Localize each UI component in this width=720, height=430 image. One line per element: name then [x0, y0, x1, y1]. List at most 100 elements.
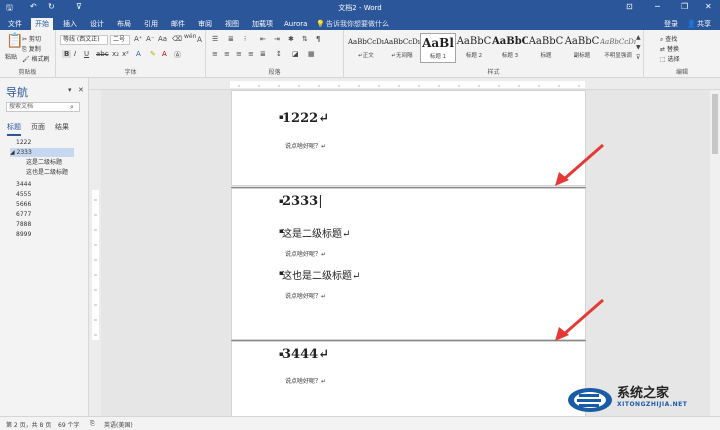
vertical-scrollbar[interactable] — [710, 90, 720, 416]
body-paragraph[interactable]: 说点啥好呢？↵ — [285, 376, 326, 385]
underline-icon[interactable]: U — [84, 50, 89, 58]
styles-more-icon[interactable]: ⊽ — [636, 54, 640, 61]
borders-icon[interactable]: ▦ — [308, 50, 315, 58]
minimize-icon[interactable]: ─ — [655, 2, 660, 11]
document-canvas[interactable]: ▪ 1222↵ 说点啥好呢？↵ ▪ 2333| ▪ 这是二级标题↵ 说点啥好呢？… — [101, 90, 710, 416]
nav-tab-headings[interactable]: 标题 — [7, 122, 21, 136]
tab-aurora[interactable]: Aurora — [280, 18, 311, 30]
page[interactable]: ▪ 3444↵ 说点啥好呢？↵ — [231, 341, 586, 416]
style-heading-1[interactable]: AaBl 标题 1 — [420, 33, 456, 63]
grow-font-icon[interactable]: A⁺ — [134, 35, 142, 43]
subscript-icon[interactable]: x₂ — [112, 50, 119, 58]
style-subtitle[interactable]: AaBbC 副标题 — [564, 33, 600, 63]
font-color-icon[interactable]: A — [162, 50, 167, 58]
paste-button[interactable]: 粘贴 — [5, 52, 17, 61]
paste-icon[interactable]: 📋 — [6, 33, 23, 49]
select-button[interactable]: ⬚ 选择 — [660, 54, 680, 63]
horizontal-ruler[interactable] — [89, 78, 720, 90]
sort-icon[interactable]: ⇅ — [302, 35, 308, 43]
nav-subheading-item[interactable]: 这也是二级标题 — [26, 168, 68, 177]
shrink-font-icon[interactable]: A⁻ — [146, 35, 154, 43]
tab-view[interactable]: 视图 — [221, 18, 243, 30]
nav-heading-item[interactable]: 4555 — [16, 190, 31, 199]
format-painter-button[interactable]: 🖌 格式刷 — [22, 54, 50, 63]
text-effects-icon[interactable]: A — [136, 50, 141, 58]
nav-subheading-item[interactable]: 这是二级标题 — [26, 158, 62, 167]
decrease-indent-icon[interactable]: ⇤ — [260, 35, 266, 43]
style-normal[interactable]: AaBbCcDı ↵正文 — [348, 33, 384, 63]
copy-button[interactable]: ⎘ 复制 — [22, 44, 41, 54]
nav-heading-item-selected[interactable]: ◢ 2333 — [10, 148, 74, 157]
phonetic-guide-icon[interactable]: wén — [184, 33, 196, 40]
nav-search-input[interactable]: 搜索文档 — [6, 102, 80, 112]
nav-pane-close-icon[interactable]: ✕ — [78, 86, 84, 94]
char-border-icon[interactable]: Ａ — [196, 35, 203, 45]
increase-indent-icon[interactable]: ⇥ — [274, 35, 280, 43]
line-spacing-icon[interactable]: ↕ — [276, 50, 282, 58]
search-icon[interactable]: ⌕ — [70, 103, 74, 112]
tell-me-box[interactable]: 告诉我你想要做什么 — [322, 18, 393, 30]
tab-review[interactable]: 审阅 — [194, 18, 216, 30]
sign-in-link[interactable]: 登录 — [660, 18, 682, 30]
tab-insert[interactable]: 插入 — [59, 18, 81, 30]
chinese-layout-icon[interactable]: ✱ — [288, 35, 294, 43]
subheading-2[interactable]: 这也是二级标题↵ — [282, 267, 360, 282]
close-icon[interactable]: ✕ — [705, 2, 712, 11]
nav-tab-pages[interactable]: 页面 — [31, 122, 45, 132]
tab-design[interactable]: 设计 — [86, 18, 108, 30]
vertical-ruler[interactable] — [89, 90, 101, 416]
nav-tab-results[interactable]: 结果 — [55, 122, 69, 132]
bold-icon[interactable]: B — [62, 50, 72, 58]
nav-pane-options-icon[interactable]: ▾ — [68, 86, 72, 94]
nav-heading-item[interactable]: 7888 — [16, 220, 31, 229]
justify-icon[interactable]: ≡ — [248, 50, 254, 58]
cut-button[interactable]: ✂ 剪切 — [22, 34, 41, 43]
clear-format-icon[interactable]: ⌫ — [172, 35, 182, 43]
style-heading-3[interactable]: AaBbC 标题 3 — [492, 33, 528, 63]
distributed-icon[interactable]: ≣ — [260, 50, 266, 58]
ribbon-display-icon[interactable]: ⊡ — [626, 2, 633, 11]
shading-icon[interactable]: ◪ — [292, 50, 299, 58]
align-center-icon[interactable]: ≡ — [224, 50, 230, 58]
maximize-icon[interactable]: ❐ — [681, 2, 688, 11]
show-marks-icon[interactable]: ¶ — [316, 35, 320, 43]
highlight-icon[interactable]: ✎ — [150, 50, 156, 58]
nav-heading-item[interactable]: 5666 — [16, 200, 31, 209]
nav-heading-item[interactable]: 1222 — [16, 138, 31, 147]
char-shading-icon[interactable]: Ⓐ — [174, 50, 181, 60]
tab-file[interactable]: 文件 — [4, 18, 26, 30]
strikethrough-icon[interactable]: abc — [96, 50, 109, 58]
multilevel-list-icon[interactable]: ⁝ — [244, 35, 246, 43]
heading-2333[interactable]: 2333| — [282, 194, 323, 209]
page[interactable]: ▪ 2333| ▪ 这是二级标题↵ 说点啥好呢？↵ ▪ 这也是二级标题↵ 说点啥… — [231, 188, 586, 340]
align-left-icon[interactable]: ≡ — [212, 50, 218, 58]
bullets-icon[interactable]: ☰ — [212, 35, 218, 43]
replace-button[interactable]: ⇄ 替换 — [660, 44, 679, 53]
style-title[interactable]: AaBbC 标题 — [528, 33, 564, 63]
tab-references[interactable]: 引用 — [140, 18, 162, 30]
word-count[interactable]: 69 个字 — [58, 420, 80, 429]
heading-1222[interactable]: 1222↵ — [282, 111, 329, 126]
font-size-select[interactable]: 二号 — [110, 35, 130, 45]
italic-icon[interactable]: I — [74, 50, 76, 58]
align-right-icon[interactable]: ≡ — [236, 50, 242, 58]
find-button[interactable]: ⌕ 查找 — [660, 34, 677, 44]
tab-mailings[interactable]: 邮件 — [167, 18, 189, 30]
tab-addins[interactable]: 加载项 — [248, 18, 277, 30]
styles-scroll-down-icon[interactable]: ▼ — [636, 44, 641, 51]
style-heading-2[interactable]: AaBbC 标题 2 — [456, 33, 492, 63]
change-case-icon[interactable]: Aa — [158, 35, 167, 43]
font-name-select[interactable]: 等线 (西文正) — [60, 35, 108, 45]
heading-3444[interactable]: 3444↵ — [282, 347, 329, 362]
proofing-icon[interactable]: ⎘ — [90, 420, 95, 428]
language[interactable]: 英语(美国) — [104, 420, 133, 429]
numbering-icon[interactable]: ≣ — [228, 35, 234, 43]
nav-heading-item[interactable]: 6777 — [16, 210, 31, 219]
tab-layout[interactable]: 布局 — [113, 18, 135, 30]
body-paragraph[interactable]: 说点啥好呢？↵ — [285, 249, 326, 258]
subheading-1[interactable]: 这是二级标题↵ — [282, 225, 350, 240]
page[interactable]: ▪ 1222↵ 说点啥好呢？↵ — [231, 90, 586, 186]
body-paragraph[interactable]: 说点啥好呢？↵ — [285, 141, 326, 150]
page-count[interactable]: 第 2 页，共 8 页 — [6, 420, 51, 429]
scrollbar-thumb[interactable] — [712, 94, 718, 154]
